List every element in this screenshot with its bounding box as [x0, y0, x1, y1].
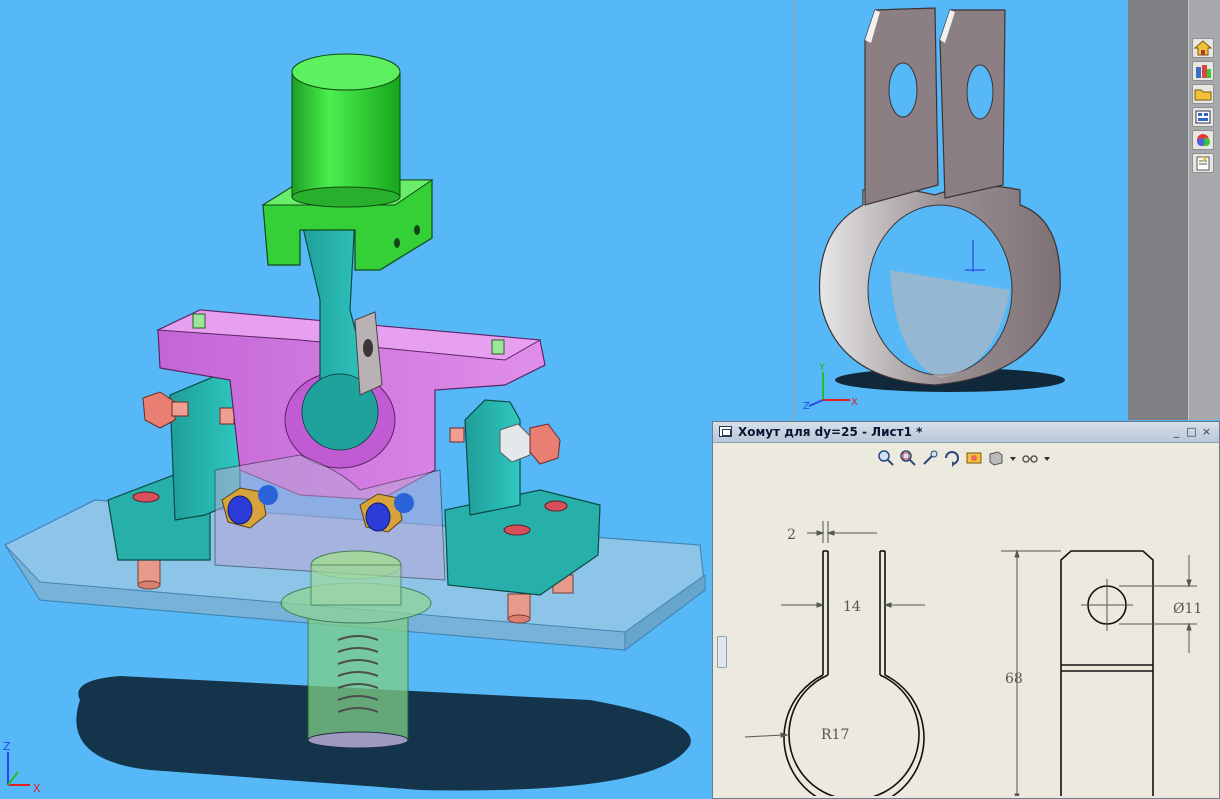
dimension-thickness: 2 [787, 527, 796, 543]
green-cylinder [291, 53, 401, 208]
front-view-dimensions [744, 521, 925, 738]
drawing-views: 2 14 R17 68 Ø11 [744, 521, 1202, 796]
custom-properties-icon[interactable] [1192, 153, 1214, 173]
part-3d-viewport[interactable]: Y X Z [795, 0, 1128, 420]
part-triad: Y X Z [803, 362, 858, 412]
triad-x-label-part: X [851, 397, 858, 408]
minimize-button[interactable]: _ [1171, 426, 1182, 437]
triad-x-label: X [33, 782, 41, 795]
triad-y-label: Y [818, 362, 826, 373]
sidebar-collapse-handle[interactable] [717, 636, 727, 668]
dimension-gap: 14 [843, 599, 861, 615]
drawing-window[interactable]: Хомут для dy=25 - Лист1 * _ □ × 2 14 R17… [712, 421, 1220, 799]
home-icon[interactable] [1192, 38, 1214, 58]
file-explorer-icon[interactable] [1192, 84, 1214, 104]
main-3d-viewport[interactable]: Z X [0, 0, 795, 799]
drawing-front-view [783, 550, 925, 796]
design-library-icon[interactable] [1192, 61, 1214, 81]
view-palette-icon[interactable] [1192, 107, 1214, 127]
dimension-radius: R17 [821, 727, 849, 743]
clamp-part-model[interactable]: Y X Z [795, 0, 1128, 420]
maximize-button[interactable]: □ [1186, 426, 1197, 437]
appearances-icon[interactable] [1192, 130, 1214, 150]
close-button[interactable]: × [1201, 426, 1212, 437]
main-triad: Z X [3, 740, 41, 795]
drawing-sheet[interactable]: 2 14 R17 68 Ø11 [717, 443, 1217, 796]
dimension-hole-diameter: Ø11 [1173, 601, 1202, 617]
drawing-window-titlebar[interactable]: Хомут для dy=25 - Лист1 * _ □ × [713, 422, 1219, 443]
assembly-model[interactable]: Z X [0, 0, 795, 799]
triad-z-label-part: Z [803, 401, 810, 412]
triad-z-label: Z [3, 740, 11, 753]
dimension-height: 68 [1005, 671, 1023, 687]
drawing-document-icon [719, 426, 732, 437]
drawing-window-title: Хомут для dy=25 - Лист1 * [738, 425, 923, 439]
